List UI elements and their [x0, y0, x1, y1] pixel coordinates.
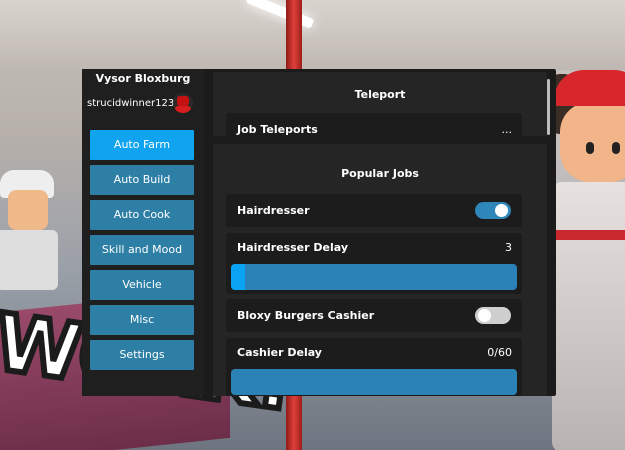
job-teleports-more-icon[interactable]: ... — [502, 123, 513, 136]
app-title: Vysor Bloxburg — [95, 72, 191, 85]
worker-character — [548, 70, 625, 450]
hairdresser-toggle-row: Hairdresser — [226, 194, 522, 227]
cashier-delay-slider[interactable] — [231, 369, 517, 395]
content-panel: Teleport Job Teleports ... Popular Jobs … — [213, 72, 554, 396]
teleport-section-title: Teleport — [354, 88, 406, 101]
hairdresser-delay-slider-row: Hairdresser Delay 3 — [226, 233, 522, 294]
cashier-delay-slider-row: Cashier Delay 0/60 — [226, 338, 522, 396]
hairdresser-toggle[interactable] — [475, 202, 511, 219]
job-teleports-label: Job Teleports — [237, 123, 318, 136]
toggle-knob — [495, 204, 508, 217]
content-scrollbar[interactable] — [547, 79, 550, 135]
sidebar: Vysor Bloxburg strucidwinner123 Auto Far… — [82, 69, 204, 396]
nav-auto-build-button[interactable]: Auto Build — [90, 165, 194, 195]
toggle-knob — [478, 309, 491, 322]
cashier-delay-value: 0/60 — [487, 346, 512, 359]
hairdresser-delay-value: 3 — [505, 241, 512, 254]
nav-settings-button[interactable]: Settings — [90, 340, 194, 370]
chef-character — [0, 170, 60, 290]
popular-jobs-title: Popular Jobs — [341, 167, 419, 180]
hairdresser-label: Hairdresser — [237, 204, 310, 217]
hairdresser-delay-label: Hairdresser Delay — [237, 241, 349, 254]
hairdresser-delay-slider[interactable] — [231, 264, 517, 290]
slider-fill — [231, 264, 246, 290]
teleport-section: Teleport Job Teleports ... — [213, 72, 547, 146]
script-gui-window: Vysor Bloxburg strucidwinner123 Auto Far… — [82, 69, 556, 396]
sidebar-nav: Auto Farm Auto Build Auto Cook Skill and… — [90, 130, 194, 375]
nav-vehicle-button[interactable]: Vehicle — [90, 270, 194, 300]
username: strucidwinner123 — [87, 98, 175, 109]
bloxy-burgers-cashier-toggle[interactable] — [475, 307, 511, 324]
cashier-label: Bloxy Burgers Cashier — [237, 309, 375, 322]
nav-misc-button[interactable]: Misc — [90, 305, 194, 335]
nav-skill-and-mood-button[interactable]: Skill and Mood — [90, 235, 194, 265]
ceiling — [0, 0, 625, 70]
user-profile: strucidwinner123 — [82, 93, 204, 117]
nav-auto-cook-button[interactable]: Auto Cook — [90, 200, 194, 230]
popular-jobs-section: Popular Jobs Hairdresser Hairdresser Del… — [213, 144, 547, 396]
avatar — [173, 93, 193, 113]
cashier-delay-label: Cashier Delay — [237, 346, 322, 359]
job-teleports-dropdown[interactable]: Job Teleports ... — [226, 113, 522, 146]
nav-auto-farm-button[interactable]: Auto Farm — [90, 130, 194, 160]
cashier-toggle-row: Bloxy Burgers Cashier — [226, 299, 522, 332]
